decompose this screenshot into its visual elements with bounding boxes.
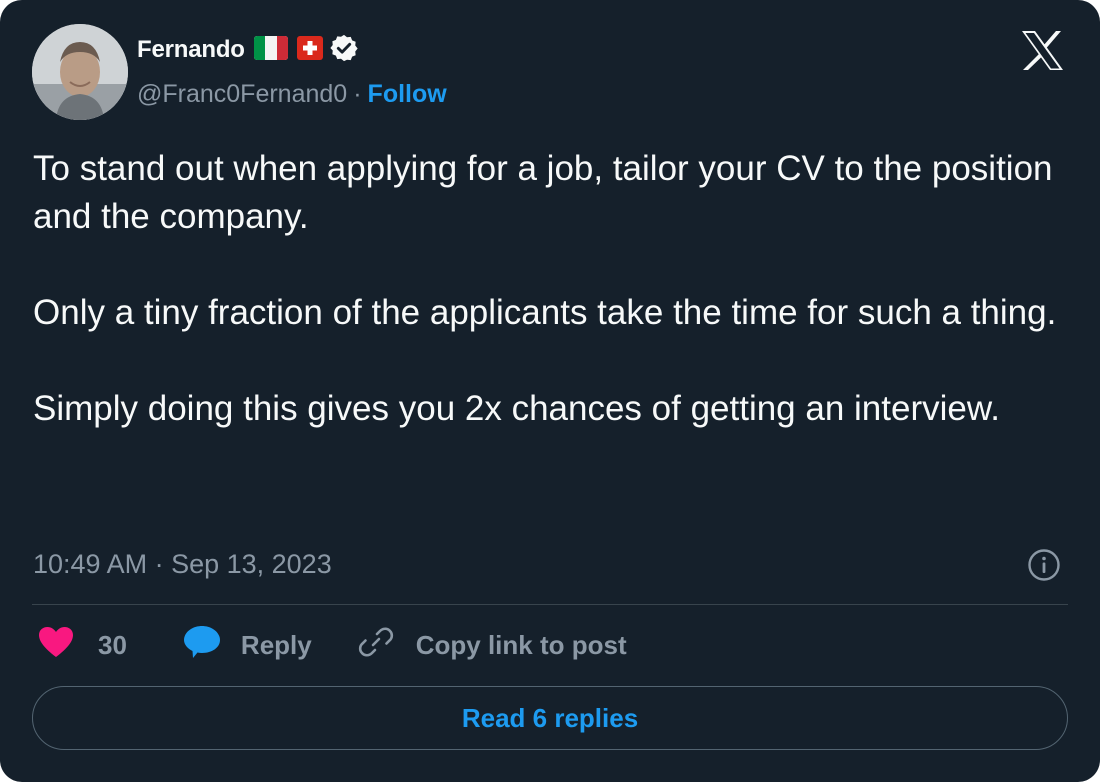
info-icon[interactable] [1027, 548, 1061, 582]
author-name-row: Fernando [137, 32, 359, 68]
like-count: 30 [98, 629, 127, 660]
post-paragraph: To stand out when applying for a job, ta… [33, 149, 1053, 236]
embedded-post-card: Fernando @Franc0Fernand0 · Follow To sta… [0, 0, 1100, 782]
avatar-image [32, 24, 128, 120]
post-text: To stand out when applying for a job, ta… [33, 145, 1078, 433]
verified-badge-icon [329, 33, 359, 68]
divider [32, 604, 1068, 605]
read-replies-button[interactable]: Read 6 replies [32, 686, 1068, 750]
actions-bar: 30 Reply Copy link to post [38, 623, 627, 667]
avatar[interactable] [32, 24, 128, 120]
post-paragraph: Simply doing this gives you 2x chances o… [33, 389, 1000, 428]
post-paragraph: Only a tiny fraction of the applicants t… [33, 293, 1057, 332]
copy-link-label: Copy link to post [415, 629, 627, 660]
follow-button[interactable]: Follow [368, 80, 447, 109]
x-logo-icon[interactable] [1020, 30, 1065, 71]
heart-icon [38, 626, 74, 665]
reply-label: Reply [240, 629, 312, 660]
speech-bubble-icon [183, 625, 221, 666]
read-replies-label: Read 6 replies [461, 702, 639, 733]
italy-flag-icon [253, 35, 288, 65]
separator-dot: · [353, 79, 362, 108]
switzerland-flag-icon [296, 35, 323, 65]
author-handle-row: @Franc0Fernand0 · Follow [137, 76, 447, 112]
author-name[interactable]: Fernando [137, 36, 245, 64]
author-handle[interactable]: @Franc0Fernand0 [137, 80, 347, 109]
copy-link-button[interactable]: Copy link to post [358, 624, 627, 667]
post-timestamp[interactable]: 10:49 AM · Sep 13, 2023 [33, 545, 332, 583]
link-icon [358, 624, 394, 667]
like-button[interactable]: 30 [38, 626, 127, 665]
reply-button[interactable]: Reply [183, 625, 312, 666]
